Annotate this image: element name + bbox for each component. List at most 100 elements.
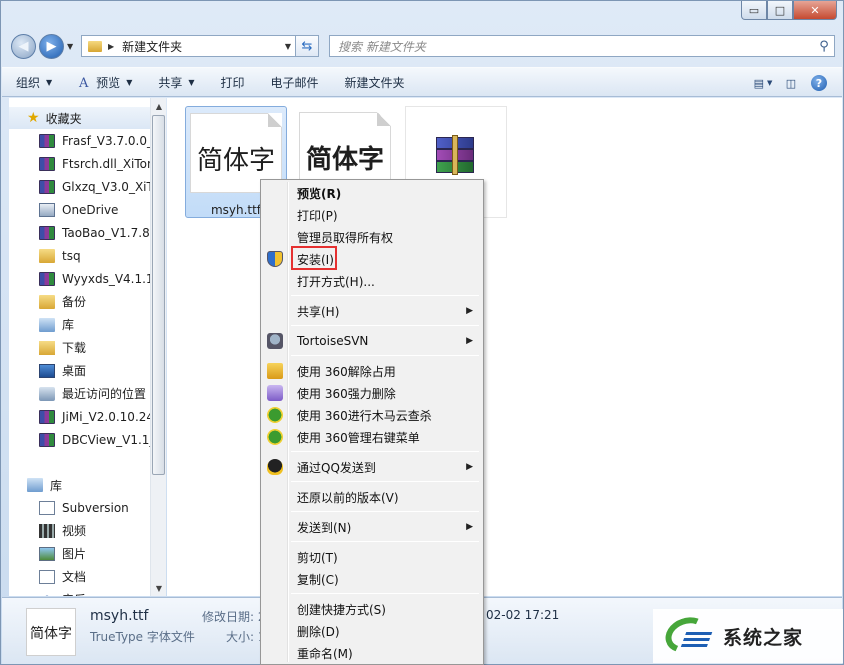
nav-item-label: Glxzq_V3.0_XiTo	[62, 179, 151, 194]
chevron-down-icon[interactable]: ▼	[280, 42, 296, 51]
context-menu-item[interactable]: 复制(C)	[263, 568, 481, 590]
context-menu-item[interactable]: 打开方式(H)...	[263, 270, 481, 292]
share-menu[interactable]: 共享 ▼	[158, 74, 194, 91]
highlight-box	[291, 246, 337, 270]
context-menu-item[interactable]: 重命名(M)	[263, 642, 481, 664]
context-menu-item-label: 删除(D)	[297, 624, 340, 639]
help-button[interactable]: ?	[808, 74, 830, 92]
context-menu-item-label: 使用 360进行木马云查杀	[297, 408, 432, 423]
context-menu-item[interactable]: TortoiseSVN ▶	[263, 330, 481, 352]
nav-item[interactable]: 库	[9, 313, 151, 336]
details-file-type: TrueType 字体文件	[90, 630, 195, 644]
nav-item-label: 下载	[62, 341, 87, 355]
new-folder-button[interactable]: 新建文件夹	[345, 74, 405, 91]
submenu-arrow-icon: ▶	[466, 306, 473, 316]
address-bar[interactable]: ▶ 新建文件夹 ▼	[81, 35, 297, 57]
nav-item[interactable]: JiMi_V2.0.10.24_	[9, 405, 151, 428]
context-menu-item[interactable]: 发送到(N) ▶	[263, 516, 481, 538]
context-menu-item[interactable]: 使用 360进行木马云查杀	[263, 404, 481, 426]
search-box[interactable]: 搜索 新建文件夹 ⚲	[329, 35, 835, 57]
winrar-archive-icon	[436, 135, 474, 175]
favorites-header[interactable]: ★ 收藏夹	[9, 107, 151, 129]
menu-separator	[291, 295, 479, 296]
folder-icon	[39, 248, 55, 263]
nav-item-label: JiMi_V2.0.10.24_	[62, 409, 151, 424]
nav-item[interactable]: Ftsrch.dll_XiTon	[9, 152, 151, 175]
nav-item-label: Frasf_V3.7.0.0_X	[62, 133, 151, 148]
context-menu-item[interactable]: 删除(D)	[263, 620, 481, 642]
context-menu-item[interactable]: 还原以前的版本(V)	[263, 486, 481, 508]
arrow-right-icon: ▶	[46, 39, 57, 54]
nav-item-label: 视频	[62, 524, 87, 538]
nav-item[interactable]: Wyyxds_V4.1.1.	[9, 267, 151, 290]
change-view-button[interactable]: ▤ ▼	[752, 74, 774, 92]
favorites-list: Frasf_V3.7.0.0_X Ftsrch.dll_XiTon Glxzq_V3…	[9, 129, 151, 451]
nav-item[interactable]: DBCView_V1.1_	[9, 428, 151, 451]
maximize-button[interactable]: □	[767, 1, 793, 20]
nav-item[interactable]: Glxzq_V3.0_XiTo	[9, 175, 151, 198]
preview-pane-button[interactable]: ◫	[780, 74, 802, 92]
scroll-down-arrow-icon[interactable]: ▼	[151, 580, 167, 596]
library-icon	[39, 317, 55, 332]
nav-item[interactable]: 下载	[9, 336, 151, 359]
font-preview-glyph: 简体字	[196, 146, 275, 176]
nav-item[interactable]: 备份	[9, 290, 151, 313]
nav-item[interactable]: TaoBao_V1.7.8.	[9, 221, 151, 244]
print-button[interactable]: 打印	[221, 74, 245, 91]
download-folder-icon	[39, 340, 55, 355]
nav-item[interactable]: Frasf_V3.7.0.0_X	[9, 129, 151, 152]
back-button[interactable]: ◀	[11, 34, 36, 59]
nav-item-label: TaoBao_V1.7.8.	[62, 225, 151, 240]
breadcrumb-current[interactable]: 新建文件夹	[122, 38, 280, 55]
search-input[interactable]: 搜索 新建文件夹	[338, 38, 814, 55]
close-button[interactable]: ✕	[793, 1, 837, 20]
context-menu-item[interactable]: 通过QQ发送到 ▶	[263, 456, 481, 478]
context-menu-item-label: 打开方式(H)...	[297, 274, 375, 289]
nav-item[interactable]: OneDrive	[9, 198, 151, 221]
context-menu-item[interactable]: 共享(H) ▶	[263, 300, 481, 322]
libraries-list: Subversion 视频图片文档音乐	[9, 496, 151, 596]
nav-item[interactable]: 最近访问的位置	[9, 382, 151, 405]
preview-menu[interactable]: A 预览 ▼	[78, 74, 132, 91]
context-menu-item[interactable]: 打印(P)	[263, 204, 481, 226]
search-icon[interactable]: ⚲	[814, 39, 834, 54]
libraries-header[interactable]: 库	[9, 474, 151, 496]
nav-item-label: Ftsrch.dll_XiTon	[62, 156, 151, 171]
drive-icon	[39, 202, 55, 217]
refresh-button[interactable]: ⇆	[295, 35, 319, 57]
context-menu-item-label: 使用 360管理右键菜单	[297, 430, 420, 445]
forward-button[interactable]: ▶	[39, 34, 64, 59]
context-menu-item[interactable]: 使用 360强力删除	[263, 382, 481, 404]
thumbnail-glyph: 简体字	[30, 626, 72, 642]
context-menu-item[interactable]: 使用 360解除占用	[263, 360, 481, 382]
watermark-text: 系统之家	[723, 626, 804, 649]
recent-pages-dropdown[interactable]: ▼	[67, 42, 73, 51]
context-menu-item[interactable]: 管理员取得所有权	[263, 226, 481, 248]
organize-menu[interactable]: 组织 ▼	[16, 74, 52, 91]
nav-item[interactable]: tsq	[9, 244, 151, 267]
organize-label: 组织	[16, 75, 41, 90]
context-menu-item[interactable]: 使用 360管理右键菜单	[263, 426, 481, 448]
nav-item[interactable]: 图片	[9, 542, 151, 565]
new-folder-label: 新建文件夹	[344, 75, 405, 90]
view-icon: ▤	[753, 76, 764, 90]
nav-pane-scrollbar[interactable]: ▲ ▼	[150, 98, 166, 596]
nav-item[interactable]: 视频	[9, 519, 151, 542]
library-icon	[27, 478, 43, 492]
favorites-label: 收藏夹	[45, 111, 82, 126]
email-button[interactable]: 电子邮件	[271, 74, 319, 91]
scroll-up-arrow-icon[interactable]: ▲	[151, 98, 167, 114]
minimize-button[interactable]: ▭	[741, 1, 767, 20]
nav-item-label: tsq	[62, 248, 81, 263]
context-menu-item[interactable]: 剪切(T)	[263, 546, 481, 568]
menu-separator	[291, 325, 479, 326]
refresh-icon: ⇆	[301, 38, 313, 54]
nav-item[interactable]: Subversion	[9, 496, 151, 519]
nav-item[interactable]: 桌面	[9, 359, 151, 382]
nav-item[interactable]: 音乐	[9, 588, 151, 596]
context-menu-item[interactable]: 预览(R)	[263, 182, 481, 204]
context-menu-item[interactable]: 创建快捷方式(S)	[263, 598, 481, 620]
nav-item[interactable]: 文档	[9, 565, 151, 588]
scrollbar-thumb[interactable]	[152, 115, 165, 475]
breadcrumb-chevron-icon[interactable]: ▶	[108, 42, 114, 51]
